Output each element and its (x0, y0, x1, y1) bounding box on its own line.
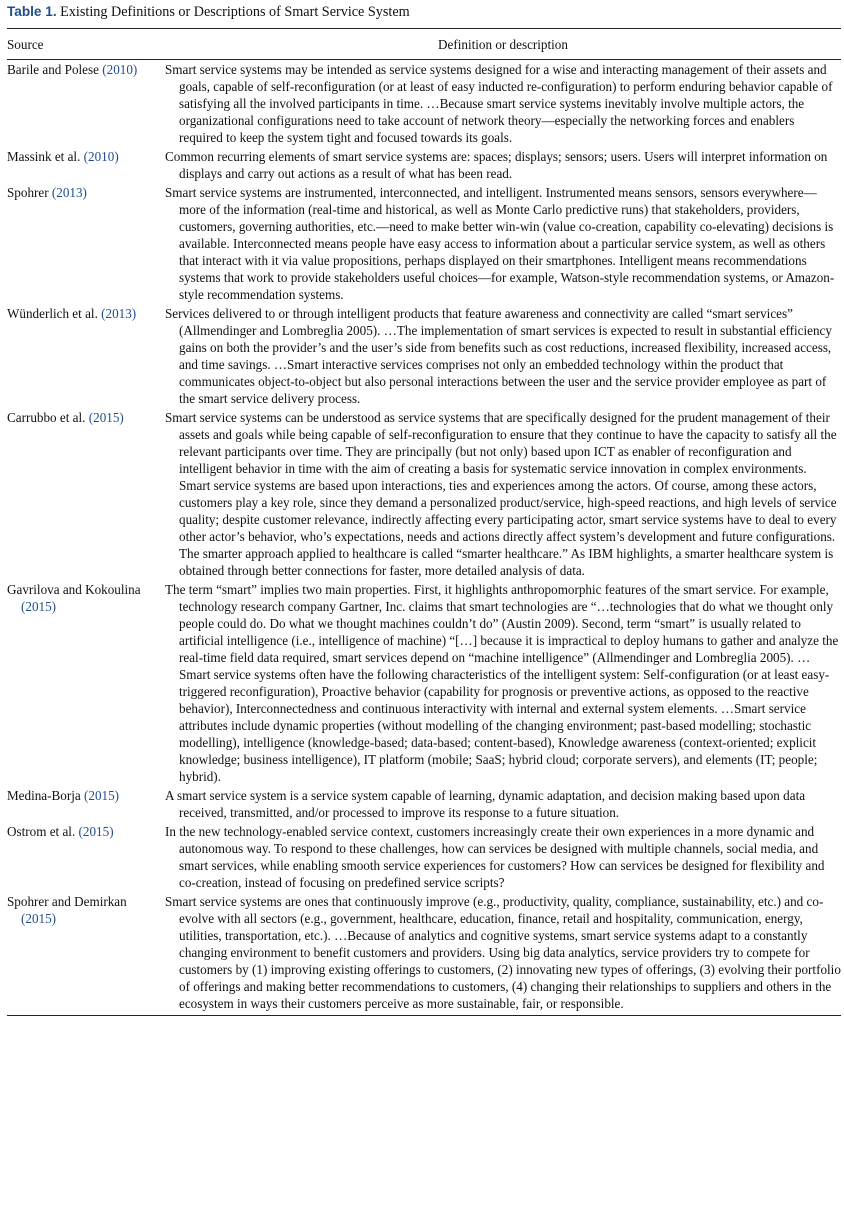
definition-text: Smart service systems are ones that cont… (165, 894, 841, 1011)
definition-text: The term “smart” implies two main proper… (165, 582, 839, 784)
table-row: Spohrer (2013) Smart service systems are … (7, 183, 841, 304)
definition-cell: Smart service systems may be intended as… (165, 60, 841, 148)
definition-text: A smart service system is a service syst… (165, 788, 806, 820)
definition-cell: Common recurring elements of smart servi… (165, 147, 841, 183)
table-row: Medina-Borja (2015) A smart service syste… (7, 786, 841, 822)
table-row: Massink et al. (2010) Common recurring el… (7, 147, 841, 183)
table-title: Existing Definitions or Descriptions of … (60, 4, 410, 20)
definition-text: In the new technology-enabled service co… (165, 824, 825, 890)
table-row: Carrubbo et al. (2015) Smart service syst… (7, 408, 841, 580)
definition-cell: Smart service systems are ones that cont… (165, 892, 841, 1016)
definition-cell: In the new technology-enabled service co… (165, 822, 841, 892)
source-cell: Spohrer (2013) (7, 183, 165, 304)
source-cell: Carrubbo et al. (2015) (7, 408, 165, 580)
definition-column-header: Definition or description (165, 28, 841, 60)
table-row: Ostrom et al. (2015) In the new technolog… (7, 822, 841, 892)
definition-cell: Services delivered to or through intelli… (165, 304, 841, 408)
source-name: Spohrer and Demirkan (7, 894, 127, 909)
source-name: Spohrer (7, 185, 52, 200)
table-body: Barile and Polese (2010) Smart service sy… (7, 60, 841, 1016)
source-name: Barile and Polese (7, 62, 103, 77)
source-year-link[interactable]: (2015) (21, 599, 56, 614)
table-row: Wünderlich et al. (2013) Services deliver… (7, 304, 841, 408)
source-name: Carrubbo et al. (7, 410, 89, 425)
definition-cell: Smart service systems can be understood … (165, 408, 841, 580)
table-header: Source Definition or description (7, 28, 841, 60)
source-cell: Barile and Polese (2010) (7, 60, 165, 148)
source-cell: Massink et al. (2010) (7, 147, 165, 183)
table-row: Spohrer and Demirkan (2015) Smart service… (7, 892, 841, 1016)
source-year-link[interactable]: (2015) (89, 410, 124, 425)
source-name: Medina-Borja (7, 788, 84, 803)
page: Table 1. Existing Definitions or Descrip… (7, 2, 841, 1016)
source-cell: Spohrer and Demirkan (2015) (7, 892, 165, 1016)
definition-text: Services delivered to or through intelli… (165, 306, 832, 406)
source-year-link[interactable]: (2010) (84, 149, 119, 164)
source-year-link[interactable]: (2013) (101, 306, 136, 321)
source-cell: Gavrilova and Kokoulina (2015) (7, 580, 165, 786)
source-name: Gavrilova and Kokoulina (7, 582, 141, 597)
table-label: Table 1. (7, 4, 57, 19)
source-name: Wünderlich et al. (7, 306, 102, 321)
definition-cell: Smart service systems are instrumented, … (165, 183, 841, 304)
source-year-link[interactable]: (2015) (84, 788, 119, 803)
source-cell: Wünderlich et al. (2013) (7, 304, 165, 408)
source-cell: Medina-Borja (2015) (7, 786, 165, 822)
source-year-link[interactable]: (2010) (102, 62, 137, 77)
source-cell: Ostrom et al. (2015) (7, 822, 165, 892)
source-year-link[interactable]: (2013) (52, 185, 87, 200)
definitions-table: Source Definition or description Barile … (7, 28, 841, 1016)
table-row: Barile and Polese (2010) Smart service sy… (7, 60, 841, 148)
definition-cell: The term “smart” implies two main proper… (165, 580, 841, 786)
definition-text: Smart service systems can be understood … (165, 410, 837, 578)
definition-text: Common recurring elements of smart servi… (165, 149, 828, 181)
source-name: Massink et al. (7, 149, 84, 164)
definition-cell: A smart service system is a service syst… (165, 786, 841, 822)
definition-text: Smart service systems may be intended as… (165, 62, 833, 145)
table-row: Gavrilova and Kokoulina (2015) The term “… (7, 580, 841, 786)
definition-text: Smart service systems are instrumented, … (165, 185, 835, 302)
source-year-link[interactable]: (2015) (21, 911, 56, 926)
table-caption: Table 1. Existing Definitions or Descrip… (7, 2, 841, 22)
source-column-header: Source (7, 28, 165, 60)
source-year-link[interactable]: (2015) (79, 824, 114, 839)
source-name: Ostrom et al. (7, 824, 79, 839)
